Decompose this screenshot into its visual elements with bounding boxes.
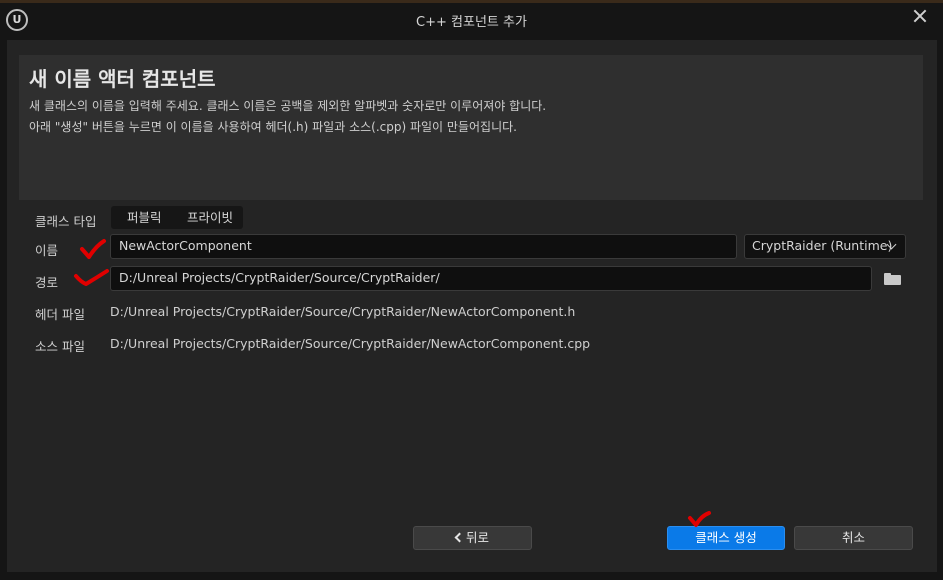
- class-type-label: 클래스 타입: [35, 214, 97, 229]
- source-file-path: D:/Unreal Projects/CryptRaider/Source/Cr…: [110, 336, 591, 351]
- class-type-private-option[interactable]: 프라이빗: [187, 209, 233, 226]
- name-label: 이름: [35, 243, 59, 258]
- module-dropdown-value: CryptRaider (Runtime): [752, 238, 893, 253]
- create-class-button[interactable]: 클래스 생성: [667, 526, 785, 550]
- red-check-mark-path: [74, 269, 109, 286]
- source-file-label: 소스 파일: [35, 339, 85, 354]
- red-check-mark-create: [688, 511, 711, 527]
- close-icon[interactable]: [911, 7, 929, 25]
- red-check-mark-name: [80, 239, 106, 259]
- title-bar: U C++ 컴포넌트 추가: [0, 3, 943, 36]
- page-title: 새 이름 액터 컴포넌트: [29, 67, 216, 91]
- cancel-button[interactable]: 취소: [794, 526, 913, 550]
- window-title: C++ 컴포넌트 추가: [416, 15, 527, 30]
- header-file-label: 헤더 파일: [35, 307, 85, 322]
- header-file-path: D:/Unreal Projects/CryptRaider/Source/Cr…: [110, 304, 576, 319]
- class-type-public-option[interactable]: 퍼블릭: [127, 209, 162, 226]
- header-panel: 새 이름 액터 컴포넌트 새 클래스의 이름을 입력해 주세요. 클래스 이름은…: [19, 55, 923, 200]
- module-dropdown[interactable]: CryptRaider (Runtime): [744, 234, 906, 259]
- description-line-1: 새 클래스의 이름을 입력해 주세요. 클래스 이름은 공백을 제외한 알파벳과…: [29, 99, 547, 113]
- class-type-toggle: 퍼블릭 프라이빗: [111, 206, 243, 229]
- cancel-button-label: 취소: [841, 530, 865, 545]
- create-class-button-label: 클래스 생성: [695, 530, 757, 545]
- name-input[interactable]: NewActorComponent: [110, 234, 737, 259]
- back-button-label: 뒤로: [465, 530, 489, 545]
- path-label: 경로: [35, 275, 59, 290]
- description-line-2: 아래 "생성" 버튼을 누르면 이 이름을 사용하여 헤더(.h) 파일과 소스…: [29, 120, 517, 134]
- back-button[interactable]: 뒤로: [413, 526, 532, 550]
- path-input[interactable]: D:/Unreal Projects/CryptRaider/Source/Cr…: [110, 266, 872, 291]
- folder-icon[interactable]: [884, 273, 901, 286]
- chevron-left-icon: [454, 532, 465, 543]
- add-component-dialog: 새 이름 액터 컴포넌트 새 클래스의 이름을 입력해 주세요. 클래스 이름은…: [7, 40, 937, 572]
